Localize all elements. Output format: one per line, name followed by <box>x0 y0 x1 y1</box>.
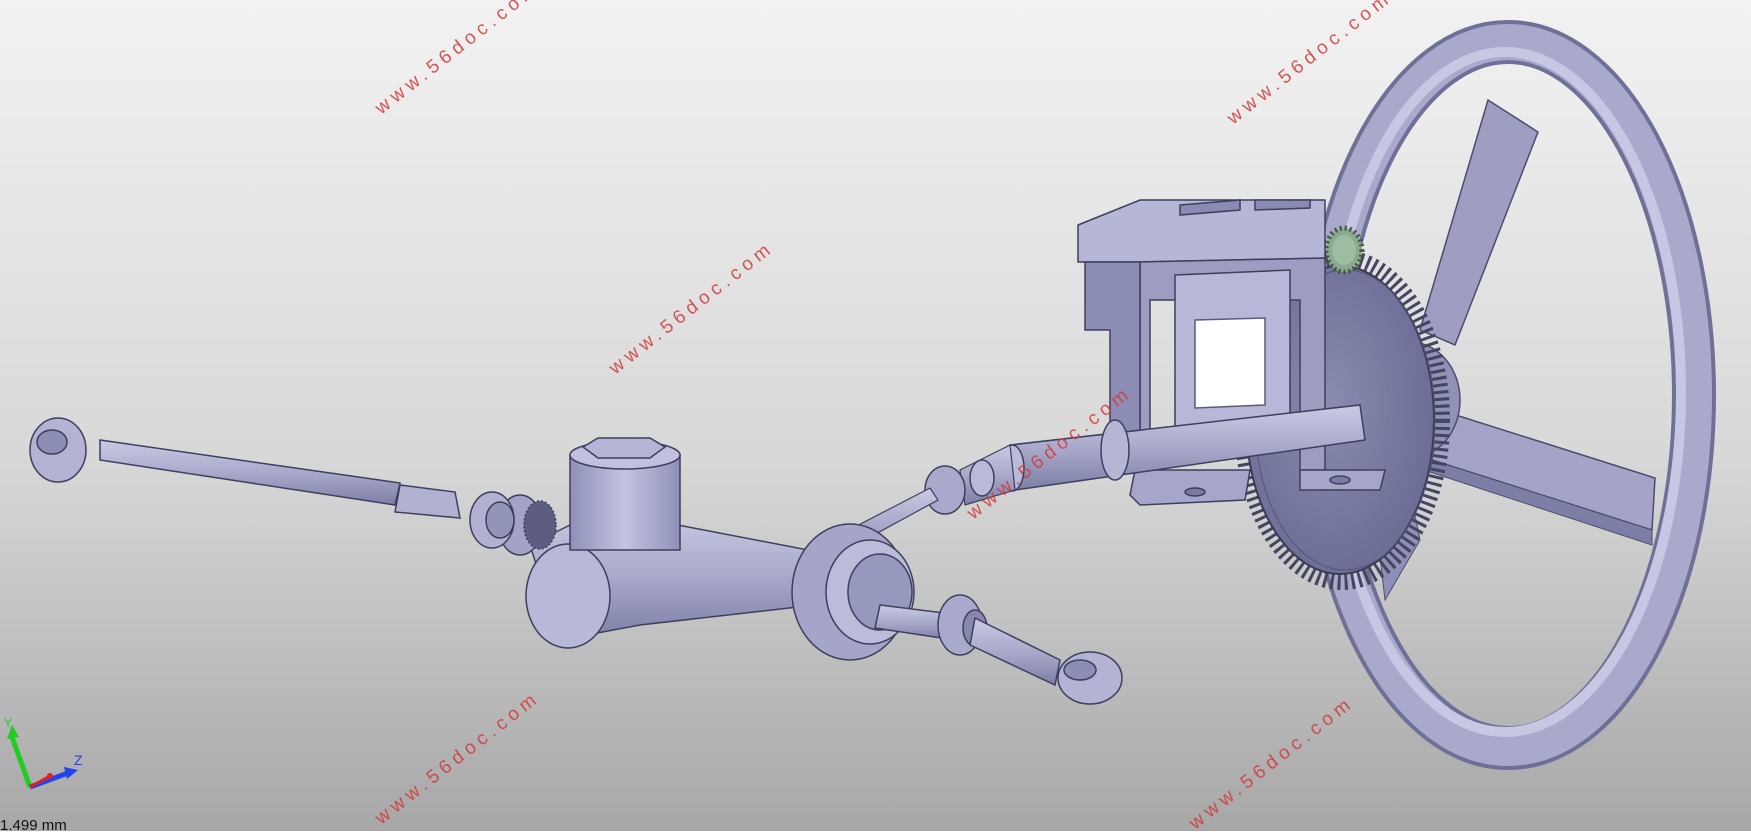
rack-housing[interactable] <box>469 437 915 661</box>
pinion-gear[interactable] <box>1323 225 1365 275</box>
steering-assembly-model[interactable] <box>0 0 1751 831</box>
3d-viewport[interactable]: www.56doc.com www.56doc.com www.56doc.co… <box>0 0 1751 834</box>
y-axis-label: Y <box>4 716 12 730</box>
y-axis-icon <box>9 736 33 788</box>
scale-readout: 1.499 mm <box>0 817 67 834</box>
tie-rod-right[interactable] <box>874 594 1123 705</box>
z-axis-label: Z <box>74 752 83 768</box>
tie-rod-left[interactable] <box>29 417 461 519</box>
axis-triad[interactable]: Y Z <box>0 715 100 795</box>
